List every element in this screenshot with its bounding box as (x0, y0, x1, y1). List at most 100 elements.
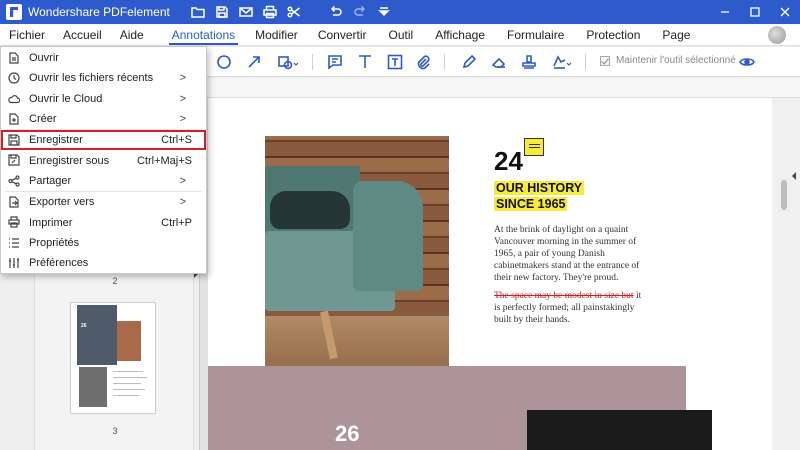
undo-icon[interactable] (324, 0, 348, 24)
title-bar: Wondershare PDFelement (0, 0, 800, 24)
file-menu-creer[interactable]: Créer > (1, 109, 206, 129)
separator (306, 0, 324, 24)
minimize-icon[interactable] (710, 0, 740, 24)
close-icon[interactable] (770, 0, 800, 24)
ellipse-tool-icon[interactable] (213, 52, 235, 72)
thumbnail-line (113, 395, 139, 396)
text-box-icon[interactable] (384, 52, 406, 72)
save-icon (8, 134, 20, 146)
file-menu-ouvrir[interactable]: Ouvrir (1, 48, 206, 68)
window-controls (710, 0, 800, 24)
file-menu-recent[interactable]: Ouvrir les fichiers récents > (1, 68, 206, 88)
mail-icon[interactable] (234, 0, 258, 24)
scissors-icon[interactable] (282, 0, 306, 24)
menu-item-shortcut: Ctrl+Maj+S (136, 154, 192, 167)
photo-armrest (353, 181, 423, 291)
menu-item-label: Ouvrir les fichiers récents (29, 72, 154, 85)
photo-pillow (270, 191, 350, 229)
band-number: 26 (335, 421, 360, 446)
menu-annotations[interactable]: Annotations (163, 24, 244, 46)
quick-access-toolbar (186, 0, 396, 24)
toolbar-separator (444, 54, 445, 70)
menu-modifier[interactable]: Modifier (246, 24, 307, 46)
scrollbar-thumb[interactable] (781, 180, 787, 210)
checkbox-icon[interactable] (600, 55, 610, 66)
file-menu-partager[interactable]: Partager > (1, 171, 206, 191)
thumbnail-line (113, 377, 147, 378)
file-menu-enregistrer[interactable]: Enregistrer Ctrl+S (1, 130, 206, 151)
year-heading: 24 (494, 146, 523, 176)
menu-item-label: Ouvrir (29, 52, 59, 65)
menu-outil[interactable]: Outil (380, 24, 423, 46)
menu-item-label: Exporter vers (29, 196, 95, 209)
preferences-icon (8, 257, 20, 269)
submenu-chevron-icon: > (179, 196, 186, 209)
vertical-scrollbar[interactable] (772, 98, 800, 450)
file-menu-proprietes[interactable]: Propriétés (1, 233, 206, 253)
file-menu-cloud[interactable]: Ouvrir le Cloud > (1, 89, 206, 109)
toolbar-separator (585, 54, 586, 70)
eraser-icon[interactable] (488, 52, 510, 72)
arrow-tool-icon[interactable] (243, 52, 265, 72)
file-menu-preferences[interactable]: Préférences (1, 253, 206, 273)
expand-right-panel-icon[interactable] (792, 172, 796, 180)
keep-tool-checkbox[interactable]: Maintenir l'outil sélectionné (600, 55, 736, 66)
file-menu: Ouvrir Ouvrir les fichiers récents > Ouv… (0, 46, 207, 274)
folder-icon[interactable] (186, 0, 210, 24)
attachment-icon[interactable] (412, 52, 434, 72)
strikethrough-text[interactable]: The space may be modest in size but (494, 291, 634, 301)
paragraph-2: The space may be modest in size but it i… (494, 290, 644, 326)
print-icon[interactable] (258, 0, 282, 24)
text-tool-icon[interactable] (354, 52, 376, 72)
export-icon (8, 196, 20, 208)
properties-icon (8, 237, 20, 249)
comment-note-icon[interactable] (324, 52, 346, 72)
eye-icon[interactable] (736, 52, 758, 72)
menu-item-label: Enregistrer (29, 134, 83, 147)
cloud-icon (8, 93, 21, 105)
maximize-icon[interactable] (740, 0, 770, 24)
menu-item-label: Créer (29, 113, 57, 126)
thumbnail-image (77, 305, 117, 365)
menu-formulaire[interactable]: Formulaire (498, 24, 573, 46)
customize-dropdown-icon[interactable] (372, 0, 396, 24)
page-number-label: 3 (112, 426, 118, 436)
menu-item-label: Propriétés (29, 236, 80, 249)
menu-affichage[interactable]: Affichage (426, 24, 494, 46)
submenu-chevron-icon: > (179, 113, 186, 126)
save-as-icon (8, 154, 20, 167)
file-menu-imprimer[interactable]: Imprimer Ctrl+P (1, 212, 206, 232)
pencil-icon[interactable] (458, 52, 480, 72)
menu-item-label: Préférences (29, 257, 89, 270)
share-icon (8, 175, 20, 187)
submenu-chevron-icon: > (179, 72, 186, 85)
menu-convertir[interactable]: Convertir (309, 24, 376, 46)
menu-item-label: Enregistrer sous (29, 154, 110, 167)
menu-aide[interactable]: Aide (111, 24, 153, 46)
thumbnail-line (113, 383, 141, 384)
menu-bar: Fichier Accueil Aide Annotations Modifie… (0, 24, 800, 46)
submenu-chevron-icon: > (179, 174, 186, 187)
clock-icon (8, 72, 20, 84)
save-icon[interactable] (210, 0, 234, 24)
file-menu-enregistrer-sous[interactable]: Enregistrer sous Ctrl+Maj+S (1, 150, 206, 170)
page-thumbnail[interactable]: 26 (70, 302, 156, 414)
shapes-dropdown-icon[interactable] (274, 52, 302, 72)
redo-icon[interactable] (348, 0, 372, 24)
sofa-photo (265, 136, 449, 388)
file-open-icon (8, 52, 20, 64)
menu-fichier[interactable]: Fichier (0, 24, 54, 46)
sticky-note-icon[interactable] (524, 138, 544, 156)
menu-protection[interactable]: Protection (577, 24, 649, 46)
avatar[interactable] (768, 26, 786, 44)
menu-item-label: Imprimer (29, 216, 73, 229)
app-logo-icon (6, 4, 22, 20)
file-menu-exporter[interactable]: Exporter vers > (1, 192, 206, 212)
menu-accueil[interactable]: Accueil (54, 24, 111, 46)
signature-dropdown-icon[interactable] (548, 52, 576, 72)
submenu-chevron-icon: > (179, 92, 186, 105)
menu-item-label: Partager (29, 174, 72, 187)
stamp-icon[interactable] (518, 52, 540, 72)
menu-page[interactable]: Page (653, 24, 699, 46)
menu-item-shortcut: Ctrl+S (161, 134, 192, 147)
